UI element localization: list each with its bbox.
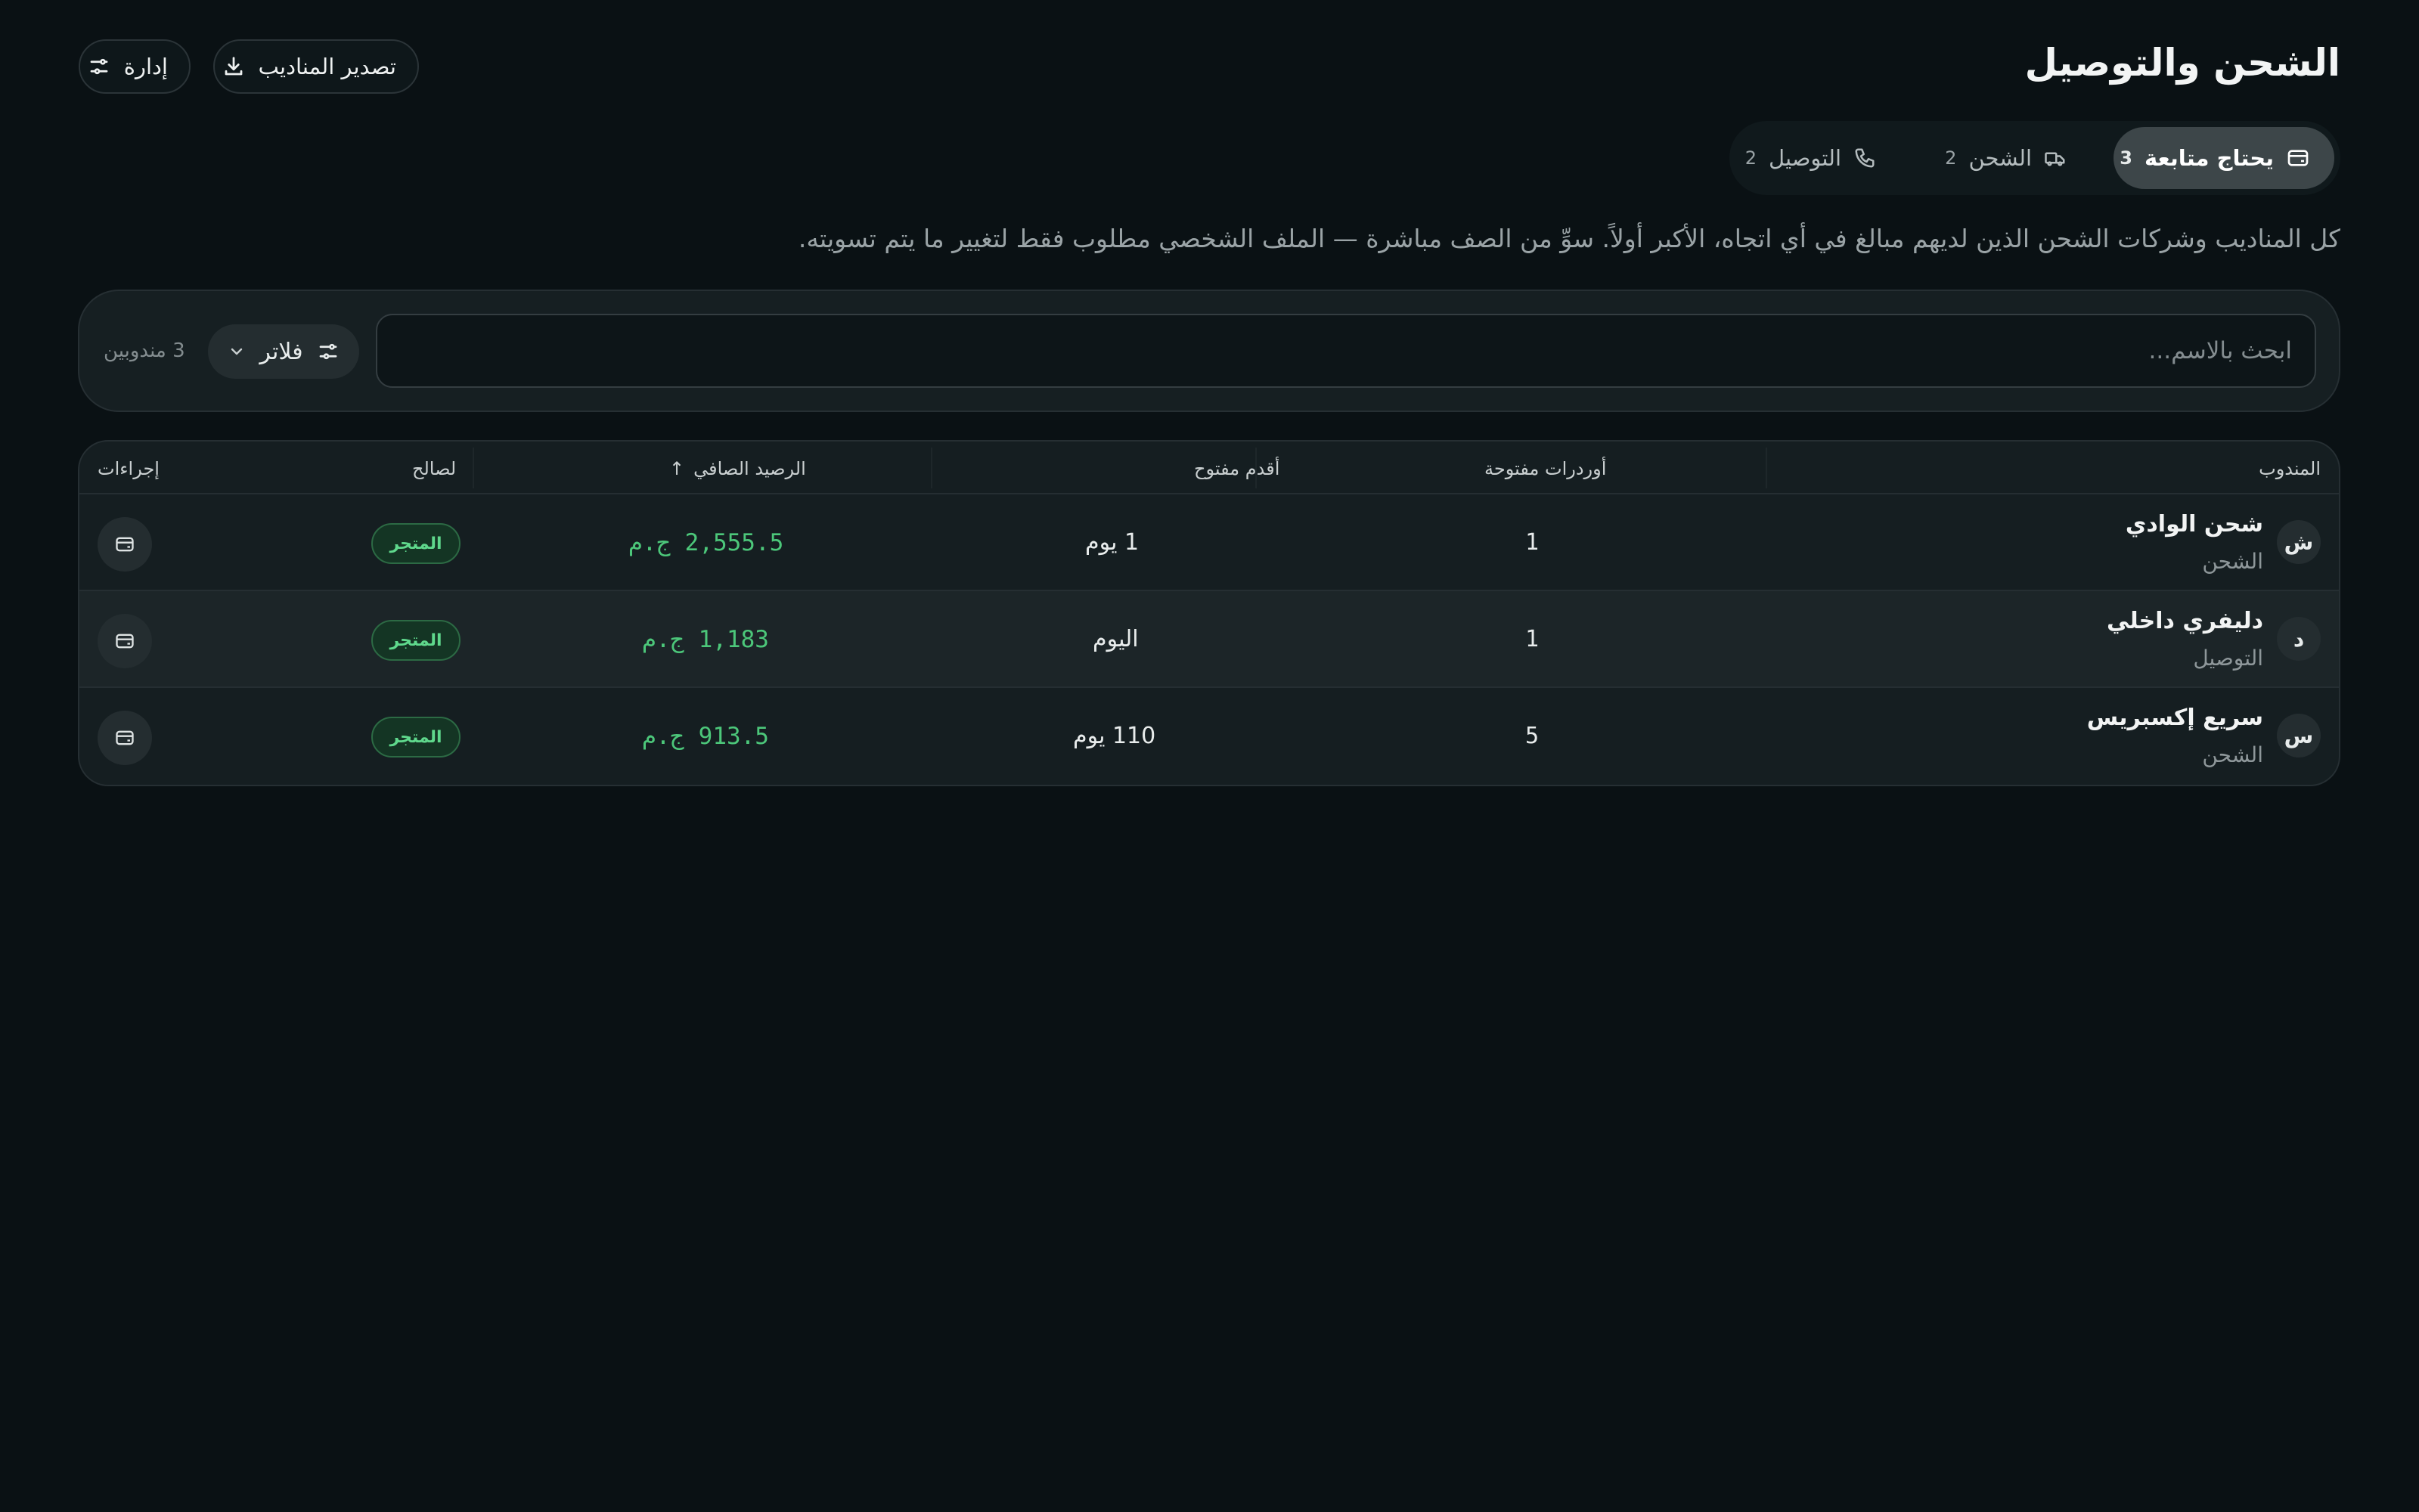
net-balance: 1,183 ج.م bbox=[642, 626, 769, 653]
in-favor-badge: المتجر bbox=[371, 620, 461, 661]
wallet-icon bbox=[114, 534, 135, 555]
tabs-bar: يحتاج متابعة 3 الشحن 2 التوصيل 2 bbox=[1729, 121, 2340, 195]
download-icon bbox=[222, 55, 245, 78]
oldest-open: 110 يوم bbox=[1073, 723, 1156, 749]
tab-needs-followup[interactable]: يحتاج متابعة 3 bbox=[2114, 127, 2334, 189]
net-balance: 913.5 ج.م bbox=[642, 723, 769, 750]
chevron-down-icon bbox=[228, 342, 246, 361]
avatar: س bbox=[2277, 714, 2321, 758]
open-orders: 1 bbox=[1525, 529, 1540, 556]
tab-count: 3 bbox=[2120, 147, 2132, 169]
filter-bar: فلاتر 3 مندوبين bbox=[78, 290, 2340, 412]
tab-label: يحتاج متابعة bbox=[2144, 145, 2274, 171]
wallet-icon bbox=[2286, 146, 2310, 170]
col-open-orders[interactable]: أوردرات مفتوحة bbox=[1484, 458, 1606, 479]
settle-button[interactable] bbox=[98, 614, 152, 668]
oldest-open: اليوم bbox=[1093, 626, 1139, 652]
net-balance: 2,555.5 ج.م bbox=[628, 529, 784, 556]
table-header: المندوب أوردرات مفتوحة أقدم مفتوح ↑ الرص… bbox=[79, 442, 2339, 494]
avatar: د bbox=[2277, 617, 2321, 661]
avatar: ش bbox=[2277, 520, 2321, 564]
col-net-balance-label: الرصيد الصافي bbox=[693, 458, 806, 479]
col-agent[interactable]: المندوب bbox=[2259, 458, 2321, 479]
agent-name[interactable]: شحن الوادي bbox=[2126, 511, 2263, 538]
open-orders: 1 bbox=[1525, 626, 1540, 652]
tab-count: 2 bbox=[1945, 147, 1957, 169]
sliders-icon bbox=[317, 340, 340, 363]
table-row[interactable]: س سريع إكسبريس الشحن 5 110 يوم 913.5 ج.م… bbox=[79, 688, 2339, 785]
agents-count: 3 مندوبين bbox=[104, 339, 185, 362]
sliders-icon bbox=[88, 55, 110, 78]
page-description: كل المناديب وشركات الشحن الذين لديهم مبا… bbox=[798, 224, 2340, 253]
export-label: تصدير المناديب bbox=[258, 54, 396, 79]
settle-button[interactable] bbox=[98, 517, 152, 572]
truck-icon bbox=[2044, 147, 2067, 169]
wallet-icon bbox=[114, 727, 135, 748]
manage-label: إدارة bbox=[123, 54, 168, 79]
table-row[interactable]: ش شحن الوادي الشحن 1 1 يوم 2,555.5 ج.م ا… bbox=[79, 494, 2339, 591]
manage-button[interactable]: إدارة bbox=[79, 39, 191, 94]
agent-type: التوصيل bbox=[2193, 646, 2263, 671]
col-net-balance[interactable]: ↑ الرصيد الصافي bbox=[669, 458, 806, 479]
col-oldest-open[interactable]: أقدم مفتوح bbox=[1194, 458, 1279, 479]
wallet-icon bbox=[114, 631, 135, 652]
tab-shipping[interactable]: الشحن 2 bbox=[1918, 127, 2091, 189]
filters-label: فلاتر bbox=[259, 338, 303, 365]
agent-name[interactable]: دليفري داخلي bbox=[2107, 608, 2263, 634]
agent-type: الشحن bbox=[2202, 549, 2263, 574]
sort-asc-icon: ↑ bbox=[669, 458, 685, 479]
export-agents-button[interactable]: تصدير المناديب bbox=[213, 39, 419, 94]
agent-type: الشحن bbox=[2202, 742, 2263, 767]
open-orders: 5 bbox=[1525, 723, 1540, 749]
oldest-open: 1 يوم bbox=[1085, 529, 1140, 556]
settle-button[interactable] bbox=[98, 711, 152, 765]
in-favor-badge: المتجر bbox=[371, 523, 461, 564]
tab-count: 2 bbox=[1744, 147, 1757, 169]
search-input[interactable] bbox=[376, 314, 2316, 388]
filters-button[interactable]: فلاتر bbox=[208, 324, 359, 379]
tab-label: الشحن bbox=[1968, 145, 2032, 171]
table-row[interactable]: د دليفري داخلي التوصيل 1 اليوم 1,183 ج.م… bbox=[79, 591, 2339, 688]
page-title: الشحن والتوصيل bbox=[2024, 41, 2340, 85]
col-in-favor[interactable]: لصالح bbox=[412, 458, 456, 479]
agents-table: المندوب أوردرات مفتوحة أقدم مفتوح ↑ الرص… bbox=[78, 440, 2340, 786]
phone-icon bbox=[1853, 147, 1876, 169]
tab-label: التوصيل bbox=[1769, 145, 1841, 171]
tab-delivery[interactable]: التوصيل 2 bbox=[1741, 127, 1900, 189]
agent-name[interactable]: سريع إكسبريس bbox=[2087, 705, 2263, 731]
col-actions: إجراءات bbox=[98, 458, 160, 479]
in-favor-badge: المتجر bbox=[371, 717, 461, 758]
